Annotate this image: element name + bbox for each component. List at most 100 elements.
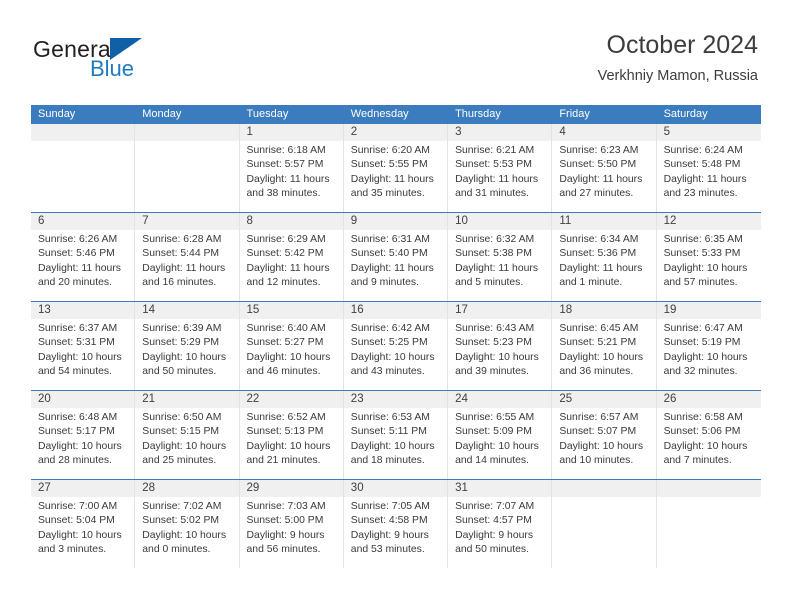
- day-details: Sunrise: 6:57 AM Sunset: 5:07 PM Daylight:…: [552, 408, 655, 469]
- day-number: 24: [448, 391, 552, 408]
- calendar-day-cell[interactable]: 16 Sunrise: 6:42 AM Sunset: 5:25 PM Dayligh…: [343, 302, 449, 390]
- weekday-header-thursday: Thursday: [455, 108, 501, 120]
- calendar-week-row: 1 Sunrise: 6:18 AM Sunset: 5:57 PM Daylight…: [31, 124, 761, 212]
- brand-logo[interactable]: General Blue: [33, 36, 253, 88]
- calendar-day-cell[interactable]: 12 Sunrise: 6:35 AM Sunset: 5:33 PM Dayligh…: [656, 213, 761, 301]
- day-details: Sunrise: 6:28 AM Sunset: 5:44 PM Daylight:…: [135, 230, 238, 291]
- sunrise-text: Sunrise: 6:43 AM: [455, 323, 535, 334]
- sunrise-text: Sunrise: 6:58 AM: [663, 412, 743, 423]
- day-details: Sunrise: 6:18 AM Sunset: 5:57 PM Daylight:…: [240, 141, 343, 202]
- day-number: 19: [656, 302, 761, 319]
- calendar-day-cell[interactable]: 11 Sunrise: 6:34 AM Sunset: 5:36 PM Dayligh…: [552, 213, 657, 301]
- calendar-day-cell[interactable]: 21 Sunrise: 6:50 AM Sunset: 5:15 PM Dayligh…: [135, 391, 240, 479]
- calendar-week-row: 13 Sunrise: 6:37 AM Sunset: 5:31 PM Dayligh…: [31, 301, 761, 390]
- sunrise-text: Sunrise: 7:05 AM: [350, 501, 430, 512]
- calendar-day-cell-empty: [31, 124, 136, 212]
- page-title: October 2024: [606, 31, 759, 59]
- sunrise-text: Sunrise: 6:32 AM: [455, 234, 535, 245]
- title-block: October 2024 Verkhniy Mamon, Russia: [598, 30, 758, 86]
- day-details: Sunrise: 6:31 AM Sunset: 5:40 PM Daylight:…: [344, 230, 447, 291]
- calendar-day-cell[interactable]: 27 Sunrise: 7:00 AM Sunset: 5:04 PM Dayligh…: [31, 480, 136, 568]
- calendar-day-cell[interactable]: 6 Sunrise: 6:26 AM Sunset: 5:46 PM Daylight…: [31, 213, 136, 301]
- calendar-day-cell[interactable]: 22 Sunrise: 6:52 AM Sunset: 5:13 PM Dayligh…: [239, 391, 344, 479]
- calendar-day-cell[interactable]: 15 Sunrise: 6:40 AM Sunset: 5:27 PM Dayligh…: [239, 302, 344, 390]
- day-details: Sunrise: 6:29 AM Sunset: 5:42 PM Daylight:…: [240, 230, 343, 291]
- daylight-text: Daylight: 10 hours and 54 minutes.: [38, 351, 122, 378]
- sunrise-text: Sunrise: 6:55 AM: [455, 412, 535, 423]
- day-details: Sunrise: 6:45 AM Sunset: 5:21 PM Daylight:…: [552, 319, 655, 380]
- calendar-day-cell[interactable]: 23 Sunrise: 6:53 AM Sunset: 5:11 PM Dayligh…: [343, 391, 449, 479]
- sunrise-text: Sunrise: 6:29 AM: [246, 234, 326, 245]
- daylight-text: Daylight: 11 hours and 35 minutes.: [350, 173, 434, 200]
- daylight-text: Daylight: 10 hours and 18 minutes.: [350, 440, 435, 467]
- sunset-text: Sunset: 5:21 PM: [559, 337, 637, 349]
- calendar-day-cell[interactable]: 8 Sunrise: 6:29 AM Sunset: 5:42 PM Daylight…: [239, 213, 344, 301]
- day-number: 14: [135, 302, 239, 319]
- day-number: 29: [239, 480, 343, 497]
- calendar-day-cell[interactable]: 19 Sunrise: 6:47 AM Sunset: 5:19 PM Dayligh…: [656, 302, 761, 390]
- calendar-day-cell[interactable]: 26 Sunrise: 6:58 AM Sunset: 5:06 PM Dayligh…: [656, 391, 761, 479]
- sunrise-text: Sunrise: 6:31 AM: [350, 234, 430, 245]
- day-number: 6: [31, 213, 135, 230]
- calendar-day-cell[interactable]: 10 Sunrise: 6:32 AM Sunset: 5:38 PM Dayligh…: [448, 213, 553, 301]
- day-number: 20: [31, 391, 135, 408]
- weekday-header-monday: Monday: [142, 108, 182, 120]
- day-details: Sunrise: 6:58 AM Sunset: 5:06 PM Daylight:…: [657, 408, 761, 469]
- calendar-day-cell[interactable]: 5 Sunrise: 6:24 AM Sunset: 5:48 PM Daylight…: [656, 124, 761, 212]
- sunset-text: Sunset: 5:48 PM: [663, 159, 741, 171]
- calendar-day-cell[interactable]: 14 Sunrise: 6:39 AM Sunset: 5:29 PM Dayligh…: [135, 302, 240, 390]
- calendar-day-cell[interactable]: 24 Sunrise: 6:55 AM Sunset: 5:09 PM Dayligh…: [448, 391, 553, 479]
- calendar-day-cell[interactable]: 17 Sunrise: 6:43 AM Sunset: 5:23 PM Dayligh…: [448, 302, 553, 390]
- calendar-day-cell[interactable]: 1 Sunrise: 6:18 AM Sunset: 5:57 PM Daylight…: [239, 124, 344, 212]
- daylight-text: Daylight: 11 hours and 38 minutes.: [246, 173, 330, 200]
- sunrise-text: Sunrise: 6:50 AM: [142, 412, 222, 423]
- calendar-day-cell[interactable]: 9 Sunrise: 6:31 AM Sunset: 5:40 PM Daylight…: [343, 213, 449, 301]
- sunset-text: Sunset: 5:27 PM: [246, 337, 324, 349]
- calendar-day-cell[interactable]: 31 Sunrise: 7:07 AM Sunset: 4:57 PM Dayligh…: [448, 480, 553, 568]
- sunrise-text: Sunrise: 6:57 AM: [559, 412, 639, 423]
- daylight-text: Daylight: 10 hours and 10 minutes.: [559, 440, 644, 467]
- sunset-text: Sunset: 5:42 PM: [246, 248, 324, 260]
- calendar-day-cell-empty: [135, 124, 240, 212]
- sunset-text: Sunset: 5:31 PM: [38, 337, 115, 349]
- day-details: Sunrise: 6:37 AM Sunset: 5:31 PM Daylight:…: [31, 319, 134, 380]
- daylight-text: Daylight: 10 hours and 43 minutes.: [350, 351, 435, 378]
- daylight-text: Daylight: 9 hours and 50 minutes.: [455, 529, 534, 556]
- sunset-text: Sunset: 4:58 PM: [350, 515, 428, 527]
- sunrise-text: Sunrise: 6:40 AM: [246, 323, 326, 334]
- daylight-text: Daylight: 10 hours and 21 minutes.: [246, 440, 331, 467]
- daylight-text: Daylight: 9 hours and 53 minutes.: [350, 529, 429, 556]
- calendar-day-cell[interactable]: 4 Sunrise: 6:23 AM Sunset: 5:50 PM Daylight…: [552, 124, 657, 212]
- calendar-day-cell[interactable]: 25 Sunrise: 6:57 AM Sunset: 5:07 PM Dayligh…: [552, 391, 657, 479]
- day-number: 11: [552, 213, 656, 230]
- calendar-day-cell[interactable]: 13 Sunrise: 6:37 AM Sunset: 5:31 PM Dayligh…: [31, 302, 136, 390]
- calendar-day-cell[interactable]: 2 Sunrise: 6:20 AM Sunset: 5:55 PM Daylight…: [343, 124, 449, 212]
- day-details: Sunrise: 7:03 AM Sunset: 5:00 PM Daylight:…: [240, 497, 343, 558]
- day-number: 31: [448, 480, 552, 497]
- weekday-header-saturday: Saturday: [663, 108, 708, 120]
- calendar-day-cell[interactable]: 18 Sunrise: 6:45 AM Sunset: 5:21 PM Dayligh…: [552, 302, 657, 390]
- daylight-text: Daylight: 11 hours and 5 minutes.: [455, 262, 539, 289]
- day-number: [552, 480, 656, 497]
- day-details: Sunrise: 6:32 AM Sunset: 5:38 PM Daylight:…: [448, 230, 551, 291]
- calendar-day-cell[interactable]: 28 Sunrise: 7:02 AM Sunset: 5:02 PM Dayligh…: [135, 480, 240, 568]
- sunrise-text: Sunrise: 7:03 AM: [246, 501, 326, 512]
- calendar-day-cell[interactable]: 3 Sunrise: 6:21 AM Sunset: 5:53 PM Daylight…: [448, 124, 553, 212]
- calendar-day-cell[interactable]: 20 Sunrise: 6:48 AM Sunset: 5:17 PM Dayligh…: [31, 391, 136, 479]
- calendar-grid: Sunday Monday Tuesday Wednesday Thursday Frid…: [31, 105, 761, 568]
- sunset-text: Sunset: 5:36 PM: [559, 248, 637, 260]
- weekday-header-tuesday: Tuesday: [246, 108, 289, 120]
- sunset-text: Sunset: 5:11 PM: [350, 426, 427, 438]
- sunrise-text: Sunrise: 7:00 AM: [38, 501, 118, 512]
- sunrise-text: Sunrise: 6:53 AM: [350, 412, 430, 423]
- calendar-day-cell[interactable]: 7 Sunrise: 6:28 AM Sunset: 5:44 PM Daylight…: [135, 213, 240, 301]
- day-details: Sunrise: 6:39 AM Sunset: 5:29 PM Daylight:…: [135, 319, 238, 380]
- day-number: 2: [343, 124, 448, 141]
- calendar-day-cell[interactable]: 29 Sunrise: 7:03 AM Sunset: 5:00 PM Dayligh…: [239, 480, 344, 568]
- calendar-page: General Blue October 2024 Verkhniy Mamon…: [0, 0, 792, 612]
- calendar-day-cell[interactable]: 30 Sunrise: 7:05 AM Sunset: 4:58 PM Dayligh…: [343, 480, 449, 568]
- day-details: Sunrise: 6:21 AM Sunset: 5:53 PM Daylight:…: [448, 141, 551, 202]
- day-details: Sunrise: 6:40 AM Sunset: 5:27 PM Daylight:…: [240, 319, 343, 380]
- daylight-text: Daylight: 10 hours and 14 minutes.: [455, 440, 539, 467]
- sunrise-text: Sunrise: 6:34 AM: [559, 234, 639, 245]
